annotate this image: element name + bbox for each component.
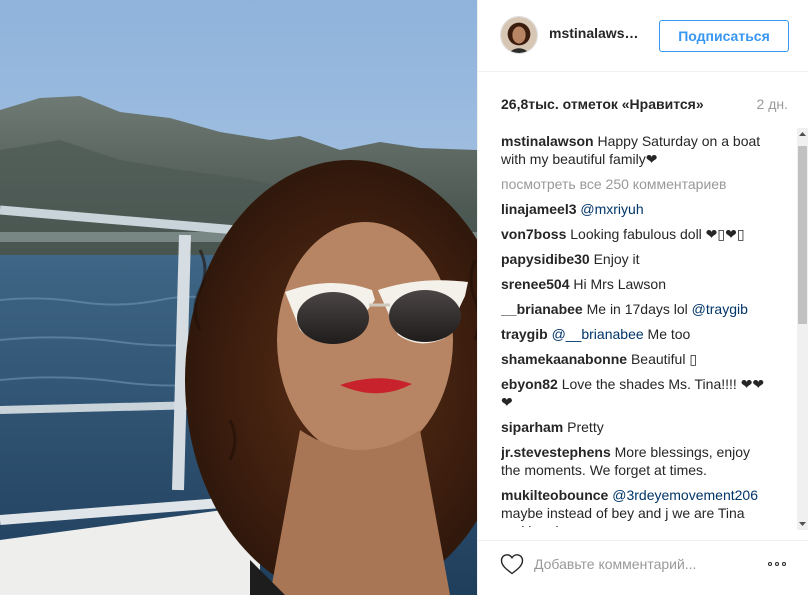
comment-text: Beautiful ▯ xyxy=(630,351,698,367)
comment-item: mukilteobounce @3rdeyemovement206 maybe … xyxy=(501,486,771,527)
post-meta: 26,8тыс. отметок «Нравится» 2 дн. xyxy=(501,96,796,116)
instagram-post-view: mstinalaws… Подписаться 26,8тыс. отметок… xyxy=(0,0,808,595)
comment-username[interactable]: linajameel3 xyxy=(501,201,577,217)
comment-username[interactable]: mukilteobounce xyxy=(501,487,608,503)
comment-item: shamekaanabonne Beautiful ▯ xyxy=(501,350,771,368)
avatar[interactable] xyxy=(500,16,538,54)
comment-username[interactable]: jr.stevestephens xyxy=(501,444,611,460)
comment-text: Me in 17days lol xyxy=(586,301,688,317)
post-header: mstinalaws… Подписаться xyxy=(478,0,808,72)
comment-mention[interactable]: @__brianabee xyxy=(552,326,644,342)
comment-item: von7boss Looking fabulous doll ❤▯❤▯ xyxy=(501,225,771,243)
avatar-image xyxy=(501,17,537,53)
post-footer xyxy=(478,540,808,595)
comment-text: Enjoy it xyxy=(593,251,640,267)
caption-username[interactable]: mstinalawson xyxy=(501,133,594,149)
comment-item: linajameel3 @mxriyuh xyxy=(501,200,771,218)
comment-username[interactable]: shamekaanabonne xyxy=(501,351,627,367)
comment-username[interactable]: traygib xyxy=(501,326,548,342)
scroll-up-arrow-icon[interactable] xyxy=(797,128,808,140)
comment-item: jr.stevestephens More blessings, enjoy t… xyxy=(501,443,771,479)
comment-item: ebyon82 Love the shades Ms. Tina!!!! ❤❤❤ xyxy=(501,375,771,411)
dot xyxy=(782,562,786,566)
caption: mstinalawson Happy Saturday on a boat wi… xyxy=(501,132,771,168)
comment-username[interactable]: papysidibe30 xyxy=(501,251,590,267)
photo-illustration xyxy=(0,0,477,595)
add-comment-input[interactable] xyxy=(534,553,754,575)
comments-scrollbar[interactable] xyxy=(797,128,808,530)
comment-item: siparham Pretty xyxy=(501,418,771,436)
comment-text: Pretty xyxy=(567,419,604,435)
load-more-comments[interactable]: посмотреть все 250 комментариев xyxy=(501,175,771,193)
comment-item: papysidibe30 Enjoy it xyxy=(501,250,771,268)
comment-mention[interactable]: @traygib xyxy=(692,301,748,317)
comment-text: Hi Mrs Lawson xyxy=(573,276,666,292)
likes-count[interactable]: 26,8тыс. отметок «Нравится» xyxy=(501,96,704,112)
scroll-down-arrow-icon[interactable] xyxy=(797,518,808,530)
boat-selfie-photo[interactable] xyxy=(0,0,477,595)
post-details-panel: mstinalaws… Подписаться 26,8тыс. отметок… xyxy=(477,0,808,595)
comment-text: maybe instead of bey and j we are Tina a… xyxy=(501,505,745,527)
comment-item: traygib @__brianabee Me too xyxy=(501,325,771,343)
comment-username[interactable]: srenee504 xyxy=(501,276,570,292)
comment-username[interactable]: von7boss xyxy=(501,226,566,242)
dot xyxy=(768,562,772,566)
comment-text: Looking fabulous doll ❤▯❤▯ xyxy=(570,226,745,242)
comment-username[interactable]: siparham xyxy=(501,419,563,435)
username-link[interactable]: mstinalaws… xyxy=(549,25,638,41)
more-options-icon[interactable] xyxy=(763,555,791,573)
heart-icon[interactable] xyxy=(500,553,524,575)
follow-button[interactable]: Подписаться xyxy=(659,20,789,52)
comment-mention[interactable]: @3rdeyemovement206 xyxy=(612,487,758,503)
dot xyxy=(775,562,779,566)
scrollbar-thumb[interactable] xyxy=(798,146,807,324)
comment-username[interactable]: ebyon82 xyxy=(501,376,558,392)
comment-item: __brianabee Me in 17days lol @traygib xyxy=(501,300,771,318)
post-timestamp[interactable]: 2 дн. xyxy=(757,96,788,112)
comment-item: srenee504 Hi Mrs Lawson xyxy=(501,275,771,293)
comment-mention[interactable]: @mxriyuh xyxy=(580,201,643,217)
comment-text: Me too xyxy=(647,326,691,342)
comments-list: mstinalawson Happy Saturday on a boat wi… xyxy=(501,132,771,527)
comment-username[interactable]: __brianabee xyxy=(501,301,583,317)
